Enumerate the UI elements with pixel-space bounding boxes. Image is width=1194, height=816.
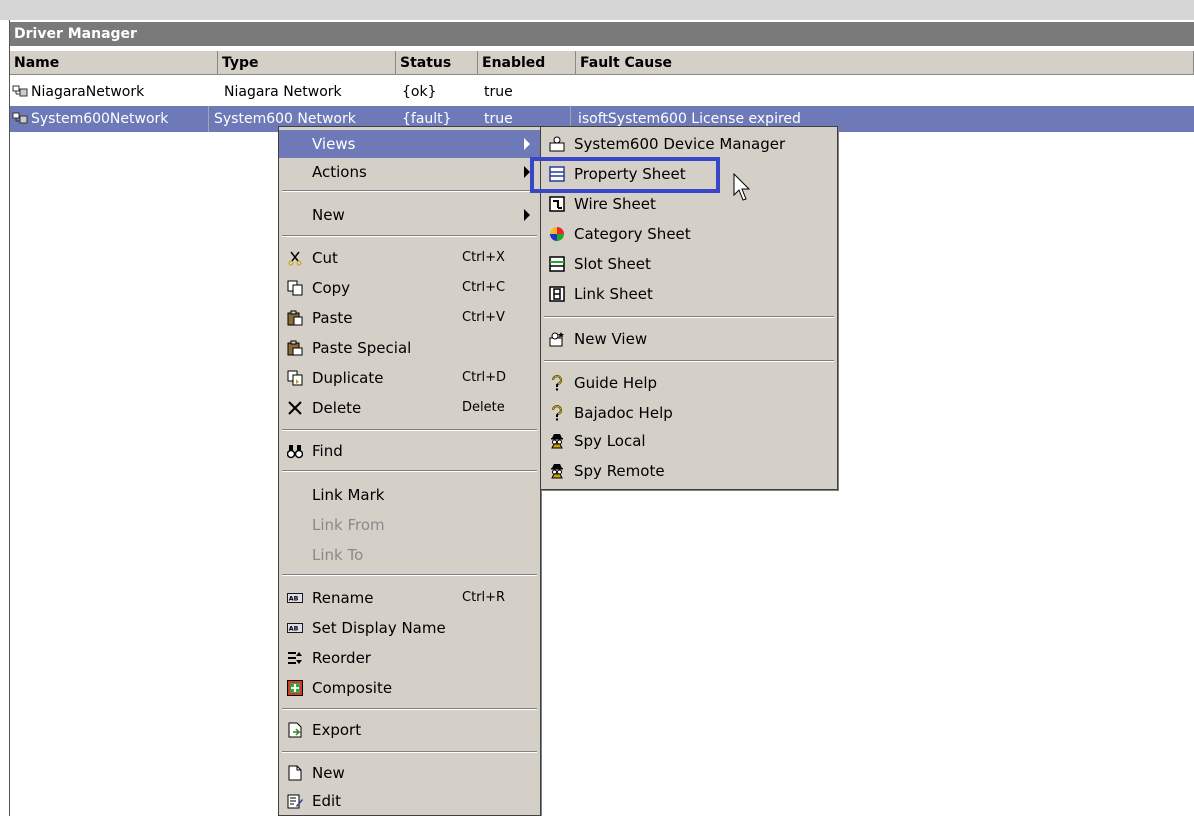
menu-divider	[282, 574, 537, 576]
menu-item-actions[interactable]: Actions	[279, 158, 540, 186]
menu-divider	[282, 751, 537, 753]
top-strip	[0, 0, 1194, 20]
menu-item-reorder[interactable]: Reorder	[279, 644, 540, 672]
menu-divider	[282, 235, 537, 237]
menu-item-wire-sheet[interactable]: Wire Sheet	[541, 190, 837, 218]
table-row[interactable]: NiagaraNetwork Niagara Network {ok} true	[10, 80, 1194, 106]
menu-item-copy[interactable]: Copy Ctrl+C	[279, 274, 540, 302]
svg-text:AB: AB	[289, 596, 299, 603]
menu-item-duplicate[interactable]: Duplicate Ctrl+D	[279, 364, 540, 392]
menu-item-link-from[interactable]: Link From	[279, 511, 540, 539]
new-document-icon	[288, 765, 302, 781]
menu-divider	[544, 360, 834, 362]
delete-x-icon	[288, 401, 302, 415]
export-icon	[288, 722, 302, 738]
svg-text:AB: AB	[289, 626, 299, 633]
menu-item-slot-sheet[interactable]: Slot Sheet	[541, 250, 837, 278]
row-name-cell: NiagaraNetwork	[12, 80, 144, 104]
menu-item-delete[interactable]: Delete Delete	[279, 394, 540, 422]
category-sheet-icon	[550, 227, 564, 241]
menu-item-paste-special[interactable]: Paste Special	[279, 334, 540, 362]
slot-sheet-icon	[549, 256, 565, 272]
menu-item-spy-remote[interactable]: Spy Remote	[541, 457, 837, 485]
menu-item-rename[interactable]: AB Rename Ctrl+R	[279, 584, 540, 612]
row-enabled: true	[484, 84, 513, 100]
menu-item-link-to[interactable]: Link To	[279, 541, 540, 569]
rename-icon: AB	[287, 593, 303, 603]
row-name: System600Network	[31, 111, 169, 127]
new-view-icon	[549, 332, 564, 347]
menu-item-edit[interactable]: Edit	[279, 787, 540, 815]
scissors-icon	[288, 251, 302, 266]
menu-item-composite[interactable]: Composite	[279, 674, 540, 702]
spy-icon	[551, 464, 563, 479]
col-header-enabled[interactable]: Enabled	[478, 51, 576, 75]
context-menu: Views Actions New Cut Ctrl+X Copy Ctrl+C…	[278, 126, 541, 816]
network-icon	[12, 112, 28, 124]
device-manager-icon	[549, 136, 565, 152]
menu-divider	[544, 316, 834, 318]
menu-item-link-sheet[interactable]: Link Sheet	[541, 280, 837, 308]
panel-title: Driver Manager	[10, 22, 1194, 46]
menu-item-new-doc[interactable]: New	[279, 759, 540, 787]
menu-item-views[interactable]: Views	[279, 130, 540, 158]
wire-sheet-icon	[549, 196, 565, 212]
menu-item-new[interactable]: New	[279, 201, 540, 229]
menu-item-bajadoc-help[interactable]: Bajadoc Help	[541, 399, 837, 427]
menu-item-device-manager[interactable]: System600 Device Manager	[541, 130, 837, 158]
submenu-arrow-icon	[524, 209, 530, 221]
rename-icon: AB	[287, 623, 303, 633]
menu-item-new-view[interactable]: New View	[541, 325, 837, 353]
col-header-type[interactable]: Type	[218, 51, 396, 75]
column-divider	[208, 106, 209, 132]
menu-item-paste[interactable]: Paste Ctrl+V	[279, 304, 540, 332]
menu-item-export[interactable]: Export	[279, 716, 540, 744]
menu-divider	[282, 429, 537, 431]
binoculars-icon	[287, 445, 303, 459]
row-status: {ok}	[402, 84, 437, 100]
row-name: NiagaraNetwork	[31, 84, 145, 100]
col-header-status[interactable]: Status	[396, 51, 478, 75]
menu-divider	[282, 708, 537, 710]
mouse-cursor-icon	[733, 173, 751, 201]
copy-icon	[287, 280, 303, 296]
menu-item-cut[interactable]: Cut Ctrl+X	[279, 244, 540, 272]
menu-item-link-mark[interactable]: Link Mark	[279, 481, 540, 509]
col-header-name[interactable]: Name	[10, 51, 218, 75]
menu-divider	[282, 470, 537, 472]
menu-item-find[interactable]: Find	[279, 437, 540, 465]
menu-divider	[282, 190, 537, 192]
col-header-fault-cause[interactable]: Fault Cause	[576, 51, 1194, 75]
network-icon	[12, 85, 28, 97]
submenu-arrow-icon	[524, 138, 530, 150]
paste-special-icon	[287, 340, 303, 356]
menu-item-guide-help[interactable]: Guide Help	[541, 369, 837, 397]
paste-icon	[287, 310, 303, 326]
link-sheet-icon	[549, 286, 565, 302]
menu-item-spy-local[interactable]: Spy Local	[541, 427, 837, 455]
menu-item-category-sheet[interactable]: Category Sheet	[541, 220, 837, 248]
composite-icon	[287, 680, 303, 696]
reorder-icon	[288, 652, 302, 664]
spy-icon	[551, 434, 563, 449]
highlight-box	[530, 157, 720, 193]
edit-icon	[287, 794, 303, 809]
menu-item-set-display-name[interactable]: AB Set Display Name	[279, 614, 540, 642]
row-name-cell: System600Network	[12, 106, 168, 130]
help-question-icon	[552, 405, 562, 421]
help-question-icon	[552, 375, 562, 391]
duplicate-icon	[287, 370, 303, 386]
row-type: Niagara Network	[224, 84, 342, 100]
